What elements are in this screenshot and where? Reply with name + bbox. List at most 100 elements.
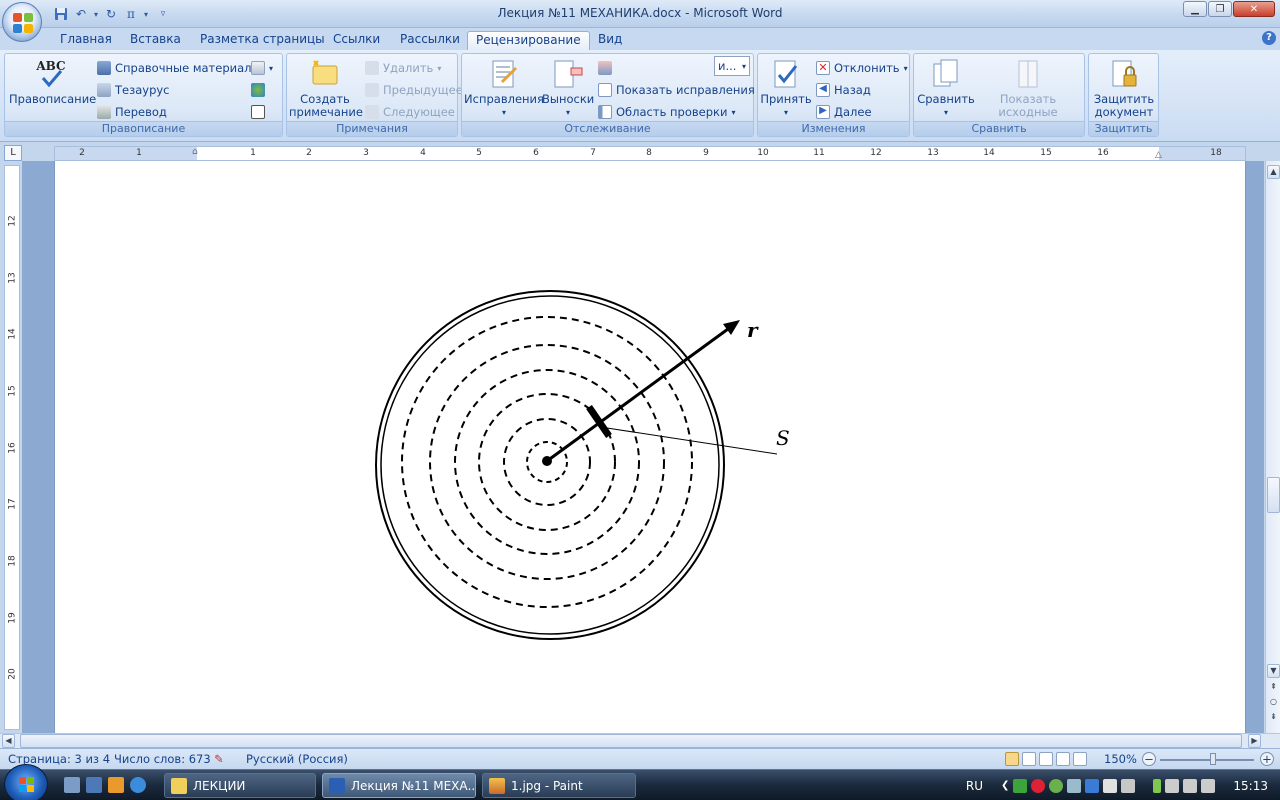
next-comment-button[interactable]: Следующее <box>365 102 455 122</box>
ruler-label: 14 <box>983 148 995 158</box>
zoom-out-icon[interactable]: − <box>1142 752 1156 766</box>
tab-review[interactable]: Рецензирование <box>467 31 590 50</box>
next-page-button[interactable]: ⇟ <box>1267 711 1280 725</box>
tab-insert[interactable]: Вставка <box>122 31 189 50</box>
proofing-status-icon[interactable]: ✎ <box>214 752 224 766</box>
translate-button[interactable]: Перевод <box>97 102 167 122</box>
taskbar-app-folder[interactable]: ЛЕКЦИИ <box>164 773 316 798</box>
spelling-button[interactable]: ABC Правописание <box>9 58 96 106</box>
show-markup-button[interactable]: Показать исправления▾ <box>598 80 763 100</box>
ruler-label: 18 <box>1210 148 1222 158</box>
display-for-review-select[interactable]: и... ▾ <box>714 56 750 76</box>
horizontal-ruler[interactable]: 2 1 1 2 3 4 5 6 7 8 9 10 11 12 13 14 15 … <box>54 146 1246 161</box>
accept-label: Принять <box>760 92 812 106</box>
delete-comment-button[interactable]: Удалить ▾ <box>365 58 441 78</box>
previous-change-button[interactable]: ◀ Назад <box>816 80 871 100</box>
window-controls: ▁ ❐ ✕ <box>1183 1 1275 17</box>
track-changes-button[interactable]: Исправления ▾ <box>464 58 544 119</box>
volume-icon[interactable] <box>1165 778 1180 793</box>
ruler-label: 17 <box>7 498 18 510</box>
scroll-left-button[interactable]: ◀ <box>2 734 15 748</box>
compare-button[interactable]: Сравнить ▾ <box>916 58 976 119</box>
tray-app-icon[interactable] <box>1067 778 1082 793</box>
browse-object-button[interactable]: ○ <box>1267 696 1280 710</box>
word-count[interactable]: Число слов: 673 <box>114 752 211 766</box>
tab-view[interactable]: Вид <box>590 31 630 50</box>
office-button[interactable] <box>2 2 42 42</box>
tray-app-icon[interactable] <box>1049 778 1064 793</box>
language-indicator[interactable]: RU <box>966 779 983 793</box>
previous-change-icon: ◀ <box>816 83 830 97</box>
horizontal-scroll-thumb[interactable] <box>20 734 1242 748</box>
zoom-in-icon[interactable]: + <box>1260 752 1274 766</box>
antivirus-icon[interactable] <box>1031 778 1046 793</box>
network-icon[interactable] <box>1103 778 1118 793</box>
label-r: r <box>747 318 759 342</box>
scroll-down-button[interactable]: ▼ <box>1267 664 1280 678</box>
group-proofing: ABC Правописание Справочные материалы Те… <box>4 53 283 137</box>
media-player-icon[interactable] <box>108 777 124 793</box>
tab-selector[interactable]: L <box>4 145 22 161</box>
tray-app-icon[interactable] <box>1085 778 1100 793</box>
scroll-up-button[interactable]: ▲ <box>1267 165 1280 179</box>
switch-windows-icon[interactable] <box>86 777 102 793</box>
tab-mailings[interactable]: Рассылки <box>392 31 468 50</box>
research-button[interactable]: Справочные материалы <box>97 58 261 78</box>
tray-app-icon[interactable] <box>1121 778 1136 793</box>
show-hidden-icons-icon[interactable]: ❮ <box>1001 780 1009 791</box>
tab-references[interactable]: Ссылки <box>325 31 388 50</box>
previous-comment-button[interactable]: Предыдущее <box>365 80 463 100</box>
zoom-level[interactable]: 150% <box>1104 752 1137 766</box>
vertical-ruler[interactable]: 12 13 14 15 16 17 18 19 20 <box>4 165 20 730</box>
show-desktop-icon[interactable] <box>64 777 80 793</box>
tray-app-icon[interactable] <box>1013 778 1028 793</box>
accept-button[interactable]: Принять ▾ <box>760 58 812 119</box>
reject-button[interactable]: ✕ Отклонить ▾ <box>816 58 908 78</box>
ruler-label: 5 <box>476 148 482 158</box>
clock[interactable]: 15:13 <box>1233 779 1268 793</box>
tab-home[interactable]: Главная <box>52 31 120 50</box>
horizontal-scrollbar[interactable]: ◀ ▶ <box>0 733 1280 748</box>
previous-page-button[interactable]: ⇞ <box>1267 681 1280 695</box>
zoom-slider[interactable] <box>1160 759 1254 761</box>
thesaurus-button[interactable]: Тезаурус <box>97 80 170 100</box>
scroll-thumb[interactable] <box>1267 477 1280 513</box>
reviewing-pane-button[interactable]: Область проверки ▾ <box>598 102 735 122</box>
language[interactable]: Русский (Россия) <box>246 752 348 766</box>
close-button[interactable]: ✕ <box>1233 1 1275 17</box>
outline-icon[interactable] <box>1056 752 1070 766</box>
word-count-button[interactable] <box>251 102 265 122</box>
help-icon[interactable]: ? <box>1262 31 1276 45</box>
taskbar-app-paint[interactable]: 1.jpg - Paint <box>482 773 636 798</box>
track-options-icon-button[interactable] <box>598 58 612 78</box>
draft-icon[interactable] <box>1073 752 1087 766</box>
new-comment-button[interactable]: Создать примечание <box>289 58 363 119</box>
web-layout-icon[interactable] <box>1039 752 1053 766</box>
minimize-button[interactable]: ▁ <box>1183 1 1207 17</box>
tray-app-icon[interactable] <box>1201 778 1216 793</box>
word-count-dropdown-button[interactable]: ▾ <box>251 58 273 78</box>
start-button[interactable] <box>4 764 48 800</box>
protect-document-button[interactable]: Защитить документ <box>1091 58 1157 119</box>
ruler-label: 4 <box>420 148 426 158</box>
set-language-button[interactable] <box>251 80 265 100</box>
paint-icon <box>489 777 505 794</box>
group-label-protect: Защитить <box>1089 121 1158 136</box>
maximize-button[interactable]: ❐ <box>1208 1 1232 17</box>
internet-explorer-icon[interactable] <box>130 777 146 793</box>
vertical-scrollbar[interactable]: ▲ ▼ ⇞ ○ ⇟ <box>1265 161 1280 733</box>
document-page[interactable]: r S <box>54 161 1246 733</box>
right-indent-marker[interactable]: △ <box>1155 150 1162 160</box>
scroll-right-button[interactable]: ▶ <box>1248 734 1261 748</box>
area-element <box>586 405 612 438</box>
next-change-button[interactable]: ▶ Далее <box>816 102 872 122</box>
safely-remove-icon[interactable] <box>1183 778 1198 793</box>
balloons-button[interactable]: Выноски ▾ <box>542 58 594 119</box>
battery-icon[interactable] <box>1153 778 1162 793</box>
taskbar-app-word[interactable]: Лекция №11 МЕХА... <box>322 773 476 798</box>
full-screen-reading-icon[interactable] <box>1022 752 1036 766</box>
tab-page-layout[interactable]: Разметка страницы <box>192 31 333 50</box>
print-layout-icon[interactable] <box>1005 752 1019 766</box>
first-line-indent-marker[interactable]: ⌂ <box>192 147 198 157</box>
zoom-slider-handle[interactable] <box>1210 753 1216 765</box>
